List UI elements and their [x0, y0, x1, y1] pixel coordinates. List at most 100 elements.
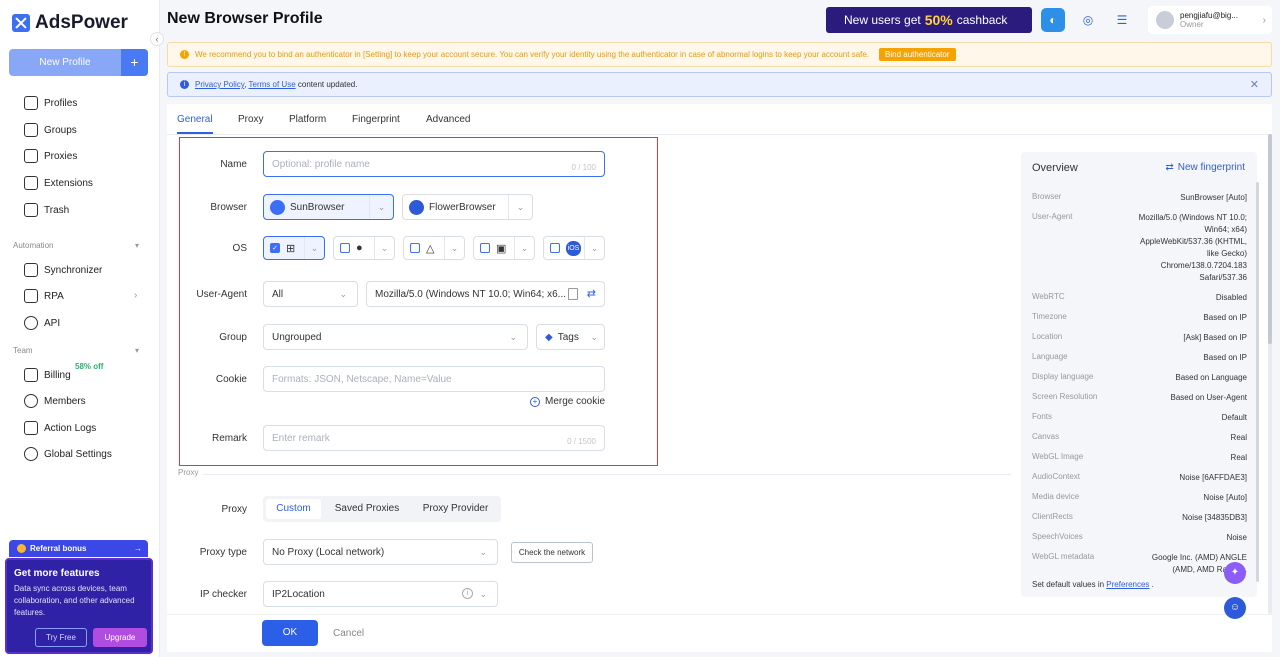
- sidebar-item-members[interactable]: Members: [24, 393, 86, 409]
- scrollbar-thumb[interactable]: [1268, 134, 1272, 344]
- collapse-sidebar-button[interactable]: ‹: [150, 32, 164, 46]
- browser-label: Browser: [210, 202, 247, 213]
- os-option-android[interactable]: ▣ ⌄: [473, 236, 535, 260]
- rpa-icon: [24, 289, 38, 303]
- active-tab-indicator: [177, 132, 213, 134]
- upgrade-button[interactable]: Upgrade: [93, 628, 147, 647]
- user-agent-type-select[interactable]: All ⌄: [263, 281, 358, 307]
- form-footer: OK Cancel: [167, 614, 1272, 652]
- chevron-down-icon[interactable]: ⌄: [374, 237, 394, 259]
- remark-label: Remark: [211, 433, 247, 444]
- check-network-button[interactable]: Check the network: [511, 542, 593, 563]
- chevron-down-icon[interactable]: ⌄: [444, 237, 464, 259]
- privacy-policy-link[interactable]: Privacy Policy: [195, 80, 244, 89]
- user-agent-input[interactable]: Mozilla/5.0 (Windows NT 10.0; Win64; x6.…: [366, 281, 605, 307]
- overview-scrollbar[interactable]: [1256, 182, 1259, 582]
- authenticator-warning: ! We recommend you to bind an authentica…: [167, 42, 1272, 67]
- section-automation[interactable]: Automation ▾: [13, 241, 139, 250]
- chevron-down-icon: ⌄: [339, 289, 347, 299]
- new-profile-button[interactable]: New Profile +: [9, 49, 148, 76]
- name-label: Name: [220, 159, 247, 170]
- ok-button[interactable]: OK: [262, 620, 318, 646]
- support-icon[interactable]: ◐: [1041, 8, 1065, 32]
- checkbox[interactable]: [410, 243, 420, 253]
- ai-assistant-icon[interactable]: ✦: [1224, 562, 1246, 584]
- section-team[interactable]: Team ▾: [13, 346, 139, 355]
- sidebar-item-global-settings[interactable]: Global Settings: [24, 446, 112, 462]
- sidebar-item-synchronizer[interactable]: Synchronizer: [24, 262, 102, 278]
- overview-row: Timezone Based on IP: [1032, 312, 1247, 322]
- cancel-button[interactable]: Cancel: [333, 628, 364, 639]
- chevron-down-icon: ⌄: [590, 332, 598, 342]
- profile-tabs: General Proxy Platform Fingerprint Advan…: [167, 104, 1272, 135]
- sidebar-item-profiles[interactable]: Profiles: [24, 95, 77, 111]
- sidebar-item-proxies[interactable]: Proxies: [24, 148, 77, 164]
- tab-platform[interactable]: Platform: [289, 114, 326, 125]
- shuffle-icon[interactable]: ⇄: [587, 287, 596, 300]
- page-title: New Browser Profile: [167, 10, 323, 27]
- merge-cookie-button[interactable]: + Merge cookie: [530, 396, 605, 407]
- sidebar-item-rpa[interactable]: RPA: [24, 288, 64, 304]
- trash-icon: [24, 203, 38, 217]
- os-option-ios[interactable]: iOS ⌄: [543, 236, 605, 260]
- chevron-down-icon: ⌄: [479, 589, 487, 599]
- logo[interactable]: AdsPower: [12, 12, 128, 34]
- os-option-windows[interactable]: ✓ ⊞ ⌄: [263, 236, 325, 260]
- coin-icon: [17, 544, 26, 553]
- new-fingerprint-button[interactable]: ⇄ New fingerprint: [1165, 162, 1245, 173]
- group-select[interactable]: Ungrouped ⌄: [263, 324, 528, 350]
- checkbox-checked[interactable]: ✓: [270, 243, 280, 253]
- tags-select[interactable]: ◆ Tags ⌄: [536, 324, 605, 350]
- chevron-down-icon[interactable]: ⌄: [514, 237, 534, 259]
- referral-bonus-bar[interactable]: Referral bonus →: [9, 540, 148, 557]
- tag-icon: ◆: [545, 331, 553, 343]
- close-icon[interactable]: ✕: [1250, 78, 1259, 91]
- browser-option-flowerbrowser[interactable]: FlowerBrowser ⌄: [402, 194, 533, 220]
- tab-fingerprint[interactable]: Fingerprint: [352, 114, 400, 125]
- proxy-tab-saved[interactable]: Saved Proxies: [327, 499, 407, 519]
- chevron-down-icon[interactable]: ⌄: [584, 237, 604, 259]
- customer-service-icon[interactable]: ☺: [1224, 597, 1246, 619]
- new-profile-label: New Profile: [39, 57, 91, 68]
- copy-icon[interactable]: [568, 288, 578, 300]
- checkbox[interactable]: [550, 243, 560, 253]
- bind-authenticator-button[interactable]: Bind authenticator: [879, 48, 956, 61]
- add-profile-icon[interactable]: +: [121, 49, 148, 76]
- remark-input[interactable]: Enter remark 0 / 1500: [263, 425, 605, 451]
- sidebar-item-billing[interactable]: Billing: [24, 367, 71, 383]
- cookie-input[interactable]: Formats: JSON, Netscape, Name=Value: [263, 366, 605, 392]
- chevron-down-icon[interactable]: ⌄: [369, 195, 393, 219]
- divider: [203, 474, 1011, 475]
- task-list-icon[interactable]: ☰: [1110, 8, 1134, 32]
- page-scrollbar[interactable]: [1268, 134, 1272, 614]
- checkbox[interactable]: [480, 243, 490, 253]
- try-free-button[interactable]: Try Free: [35, 628, 87, 647]
- sidebar-item-groups[interactable]: Groups: [24, 122, 77, 138]
- browser-option-sunbrowser[interactable]: SunBrowser ⌄: [263, 194, 394, 220]
- chevron-down-icon[interactable]: ⌄: [304, 237, 324, 259]
- name-input[interactable]: Optional: profile name 0 / 100: [263, 151, 605, 177]
- sidebar-item-api[interactable]: API: [24, 315, 60, 331]
- tab-proxy[interactable]: Proxy: [238, 114, 264, 125]
- os-option-linux[interactable]: △ ⌄: [403, 236, 465, 260]
- tab-advanced[interactable]: Advanced: [426, 114, 470, 125]
- sidebar-item-extensions[interactable]: Extensions: [24, 175, 93, 191]
- sidebar-item-action-logs[interactable]: Action Logs: [24, 420, 96, 436]
- chevron-down-icon: ⌄: [479, 547, 487, 557]
- preferences-link[interactable]: Preferences: [1106, 580, 1149, 589]
- ip-checker-select[interactable]: IP2Location i ⌄: [263, 581, 498, 607]
- terms-of-use-link[interactable]: Terms of Use: [249, 80, 296, 89]
- proxy-tab-provider[interactable]: Proxy Provider: [413, 499, 498, 519]
- sidebar-item-trash[interactable]: Trash: [24, 202, 69, 218]
- tab-general[interactable]: General: [177, 114, 213, 125]
- chevron-down-icon[interactable]: ⌄: [508, 195, 532, 219]
- update-icon[interactable]: ◎: [1076, 8, 1100, 32]
- os-option-macos[interactable]: ● ⌄: [333, 236, 395, 260]
- chevron-down-icon: ⌄: [509, 332, 517, 342]
- proxy-tab-custom[interactable]: Custom: [266, 499, 321, 519]
- user-menu[interactable]: pengjiafu@big... Owner ›: [1148, 6, 1272, 34]
- cashback-banner[interactable]: New users get 50% cashback: [826, 7, 1032, 33]
- info-icon[interactable]: i: [462, 588, 473, 599]
- checkbox[interactable]: [340, 243, 350, 253]
- proxy-type-select[interactable]: No Proxy (Local network) ⌄: [263, 539, 498, 565]
